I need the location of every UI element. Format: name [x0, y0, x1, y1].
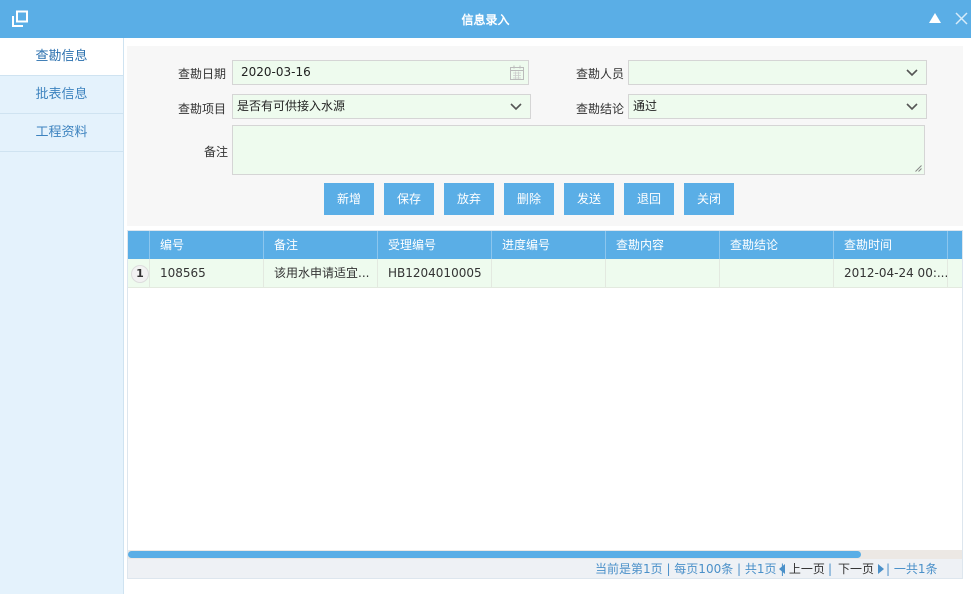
- table-cell: 108565: [150, 259, 264, 288]
- remark-label: 备注: [204, 145, 229, 159]
- return-button[interactable]: 退回: [624, 183, 674, 215]
- horizontal-scrollbar[interactable]: [128, 550, 962, 559]
- survey-date-field[interactable]: 2020-03-16: [232, 60, 529, 85]
- survey-item-value: 是否有可供接入水源: [237, 99, 346, 113]
- column-header[interactable]: 查勘内容: [606, 231, 720, 259]
- column-header[interactable]: 进度编号: [492, 231, 606, 259]
- conclusion-select[interactable]: 通过: [628, 94, 927, 119]
- table-cell: HB1204010005: [378, 259, 492, 288]
- window-title: 信息录入: [461, 13, 510, 27]
- save-button[interactable]: 保存: [384, 183, 434, 215]
- survey-date-label: 查勘日期: [178, 67, 227, 81]
- chevron-down-icon: [906, 103, 918, 111]
- triangle-right-icon: [877, 564, 884, 574]
- pager: 当前是第1页 | 每页100条 | 共1页 | 上一页 | 下一页 | 一共1条: [128, 559, 962, 578]
- column-header[interactable]: 备注: [264, 231, 378, 259]
- survey-date-value: 2020-03-16: [241, 65, 311, 79]
- prev-page-label: 上一页: [788, 562, 825, 576]
- conclusion-label: 查勘结论: [576, 102, 625, 116]
- pager-total: | 一共1条: [886, 562, 938, 576]
- sidebar-item-project-docs[interactable]: 工程资料: [0, 114, 123, 152]
- table-cell: 该用水申请适宜...: [264, 259, 378, 288]
- column-header[interactable]: 查勘时间: [834, 231, 948, 259]
- sidebar-item-label: 工程资料: [35, 125, 88, 140]
- conclusion-value: 通过: [633, 99, 658, 113]
- chevron-down-icon: [510, 103, 522, 111]
- surveyor-label: 查勘人员: [576, 67, 625, 81]
- table-cell: [720, 259, 834, 288]
- sidebar-item-label: 批表信息: [35, 87, 88, 102]
- column-header[interactable]: 受理编号: [378, 231, 492, 259]
- delete-button[interactable]: 删除: [504, 183, 554, 215]
- column-header[interactable]: 编号: [150, 231, 264, 259]
- row-number: 1: [131, 265, 149, 283]
- sidebar-item-approval-info[interactable]: 批表信息: [0, 76, 123, 114]
- sidebar-item-survey-info[interactable]: 查勘信息: [0, 38, 123, 76]
- row-number-cell: 1: [128, 259, 150, 288]
- grid-header: 编号 备注 受理编号 进度编号 查勘内容 查勘结论 查勘时间: [128, 231, 962, 259]
- data-grid: 编号 备注 受理编号 进度编号 查勘内容 查勘结论 查勘时间 1 108565 …: [127, 230, 963, 579]
- close-button[interactable]: 关闭: [684, 183, 734, 215]
- table-row[interactable]: 1 108565 该用水申请适宜... HB1204010005 2012-04…: [128, 259, 962, 288]
- calendar-icon[interactable]: [510, 65, 524, 80]
- row-number-header: [128, 231, 150, 259]
- triangle-left-icon: [779, 564, 785, 574]
- survey-item-select[interactable]: 是否有可供接入水源: [232, 94, 531, 119]
- sidebar: 查勘信息 批表信息 工程资料: [0, 38, 124, 594]
- resize-handle-icon[interactable]: [915, 165, 922, 172]
- discard-button[interactable]: 放弃: [444, 183, 494, 215]
- survey-item-label: 查勘项目: [178, 102, 227, 116]
- column-header[interactable]: 查勘结论: [720, 231, 834, 259]
- close-icon[interactable]: [955, 12, 968, 25]
- collapse-up-icon[interactable]: [928, 12, 942, 24]
- surveyor-select[interactable]: [628, 60, 927, 85]
- prev-page-button[interactable]: 上一页: [779, 559, 825, 578]
- scrollbar-thumb[interactable]: [128, 551, 861, 558]
- next-page-label: 下一页: [838, 562, 875, 576]
- table-cell: [492, 259, 606, 288]
- title-bar: 信息录入: [0, 0, 971, 38]
- send-button[interactable]: 发送: [564, 183, 614, 215]
- add-button[interactable]: 新增: [324, 183, 374, 215]
- table-cell: [606, 259, 720, 288]
- pager-separator: |: [828, 562, 833, 576]
- remark-textarea[interactable]: [232, 125, 925, 175]
- chevron-down-icon: [906, 69, 918, 77]
- pager-info: 当前是第1页 | 每页100条 | 共1页 |: [595, 562, 785, 576]
- sidebar-item-label: 查勘信息: [35, 49, 88, 64]
- table-cell: 2012-04-24 00:...: [834, 259, 948, 288]
- next-page-button[interactable]: 下一页: [838, 559, 884, 578]
